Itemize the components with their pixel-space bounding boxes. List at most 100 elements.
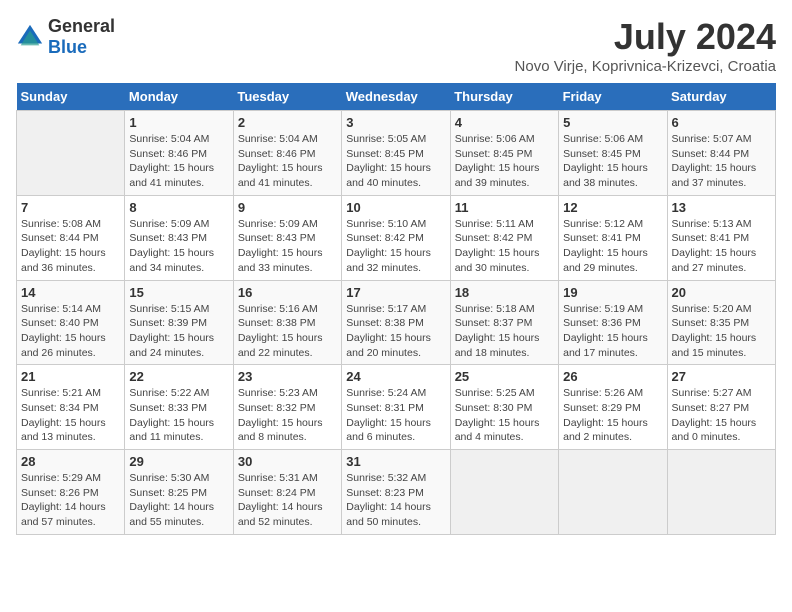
calendar-cell: 17 Sunrise: 5:17 AM Sunset: 8:38 PM Dayli… bbox=[342, 280, 450, 365]
day-info: Sunrise: 5:09 AM Sunset: 8:43 PM Dayligh… bbox=[238, 217, 337, 276]
day-number: 2 bbox=[238, 115, 337, 130]
day-number: 22 bbox=[129, 369, 228, 384]
header-friday: Friday bbox=[559, 83, 667, 111]
calendar-cell: 19Sunrise: 5:19 AM Sunset: 8:36 PM Dayli… bbox=[559, 280, 667, 365]
calendar-cell bbox=[667, 450, 775, 535]
day-info: Sunrise: 5:18 AM Sunset: 8:37 PM Dayligh… bbox=[455, 302, 554, 361]
location-title: Novo Virje, Koprivnica-Krizevci, Croatia bbox=[515, 58, 776, 75]
calendar-cell: 25Sunrise: 5:25 AM Sunset: 8:30 PM Dayli… bbox=[450, 365, 558, 450]
day-info: Sunrise: 5:10 AM Sunset: 8:42 PM Dayligh… bbox=[346, 217, 445, 276]
day-number: 26 bbox=[563, 369, 662, 384]
week-row-3: 21 Sunrise: 5:21 AM Sunset: 8:34 PM Dayli… bbox=[17, 365, 776, 450]
calendar-cell: 31 Sunrise: 5:32 AM Sunset: 8:23 PM Dayli… bbox=[342, 450, 450, 535]
calendar-cell: 1 Sunrise: 5:04 AM Sunset: 8:46 PM Daylig… bbox=[125, 111, 233, 196]
day-number: 18 bbox=[455, 285, 554, 300]
day-info: Sunrise: 5:23 AM Sunset: 8:32 PM Dayligh… bbox=[238, 386, 337, 445]
day-info: Sunrise: 5:27 AM Sunset: 8:27 PM Dayligh… bbox=[672, 386, 771, 445]
day-info: Sunrise: 5:30 AM Sunset: 8:25 PM Dayligh… bbox=[129, 471, 228, 530]
day-number: 21 bbox=[21, 369, 120, 384]
day-info: Sunrise: 5:32 AM Sunset: 8:23 PM Dayligh… bbox=[346, 471, 445, 530]
week-row-4: 28Sunrise: 5:29 AM Sunset: 8:26 PM Dayli… bbox=[17, 450, 776, 535]
calendar-cell: 14 Sunrise: 5:14 AM Sunset: 8:40 PM Dayli… bbox=[17, 280, 125, 365]
day-number: 12 bbox=[563, 200, 662, 215]
header-saturday: Saturday bbox=[667, 83, 775, 111]
month-title: July 2024 bbox=[515, 16, 776, 58]
day-number: 6 bbox=[672, 115, 771, 130]
day-number: 16 bbox=[238, 285, 337, 300]
week-row-2: 14 Sunrise: 5:14 AM Sunset: 8:40 PM Dayli… bbox=[17, 280, 776, 365]
day-number: 24 bbox=[346, 369, 445, 384]
day-info: Sunrise: 5:06 AM Sunset: 8:45 PM Dayligh… bbox=[563, 132, 662, 191]
day-info: Sunrise: 5:17 AM Sunset: 8:38 PM Dayligh… bbox=[346, 302, 445, 361]
page-header: General Blue July 2024 Novo Virje, Kopri… bbox=[16, 16, 776, 75]
calendar-cell: 22Sunrise: 5:22 AM Sunset: 8:33 PM Dayli… bbox=[125, 365, 233, 450]
calendar-cell: 20Sunrise: 5:20 AM Sunset: 8:35 PM Dayli… bbox=[667, 280, 775, 365]
week-row-1: 7 Sunrise: 5:08 AM Sunset: 8:44 PM Daylig… bbox=[17, 195, 776, 280]
day-info: Sunrise: 5:15 AM Sunset: 8:39 PM Dayligh… bbox=[129, 302, 228, 361]
calendar-header-row: SundayMondayTuesdayWednesdayThursdayFrid… bbox=[17, 83, 776, 111]
calendar-cell: 4 Sunrise: 5:06 AM Sunset: 8:45 PM Daylig… bbox=[450, 111, 558, 196]
day-info: Sunrise: 5:06 AM Sunset: 8:45 PM Dayligh… bbox=[455, 132, 554, 191]
calendar-cell: 24 Sunrise: 5:24 AM Sunset: 8:31 PM Dayli… bbox=[342, 365, 450, 450]
calendar-cell: 8 Sunrise: 5:09 AM Sunset: 8:43 PM Daylig… bbox=[125, 195, 233, 280]
day-number: 23 bbox=[238, 369, 337, 384]
day-number: 31 bbox=[346, 454, 445, 469]
day-number: 11 bbox=[455, 200, 554, 215]
calendar-cell: 11Sunrise: 5:11 AM Sunset: 8:42 PM Dayli… bbox=[450, 195, 558, 280]
logo-icon bbox=[16, 23, 44, 51]
calendar-cell: 26 Sunrise: 5:26 AM Sunset: 8:29 PM Dayli… bbox=[559, 365, 667, 450]
calendar-table: SundayMondayTuesdayWednesdayThursdayFrid… bbox=[16, 83, 776, 535]
day-info: Sunrise: 5:04 AM Sunset: 8:46 PM Dayligh… bbox=[129, 132, 228, 191]
logo: General Blue bbox=[16, 16, 115, 58]
calendar-cell bbox=[559, 450, 667, 535]
day-info: Sunrise: 5:12 AM Sunset: 8:41 PM Dayligh… bbox=[563, 217, 662, 276]
day-number: 27 bbox=[672, 369, 771, 384]
calendar-cell: 9 Sunrise: 5:09 AM Sunset: 8:43 PM Daylig… bbox=[233, 195, 341, 280]
day-number: 5 bbox=[563, 115, 662, 130]
calendar-cell: 2Sunrise: 5:04 AM Sunset: 8:46 PM Daylig… bbox=[233, 111, 341, 196]
title-section: July 2024 Novo Virje, Koprivnica-Krizevc… bbox=[515, 16, 776, 75]
calendar-cell: 30Sunrise: 5:31 AM Sunset: 8:24 PM Dayli… bbox=[233, 450, 341, 535]
day-info: Sunrise: 5:26 AM Sunset: 8:29 PM Dayligh… bbox=[563, 386, 662, 445]
calendar-cell: 23 Sunrise: 5:23 AM Sunset: 8:32 PM Dayli… bbox=[233, 365, 341, 450]
day-number: 13 bbox=[672, 200, 771, 215]
day-number: 10 bbox=[346, 200, 445, 215]
day-number: 29 bbox=[129, 454, 228, 469]
header-wednesday: Wednesday bbox=[342, 83, 450, 111]
day-number: 3 bbox=[346, 115, 445, 130]
day-info: Sunrise: 5:21 AM Sunset: 8:34 PM Dayligh… bbox=[21, 386, 120, 445]
calendar-cell: 15Sunrise: 5:15 AM Sunset: 8:39 PM Dayli… bbox=[125, 280, 233, 365]
calendar-cell: 3Sunrise: 5:05 AM Sunset: 8:45 PM Daylig… bbox=[342, 111, 450, 196]
day-number: 4 bbox=[455, 115, 554, 130]
day-info: Sunrise: 5:09 AM Sunset: 8:43 PM Dayligh… bbox=[129, 217, 228, 276]
calendar-cell: 27 Sunrise: 5:27 AM Sunset: 8:27 PM Dayli… bbox=[667, 365, 775, 450]
logo-general: General bbox=[48, 16, 115, 36]
calendar-cell: 28Sunrise: 5:29 AM Sunset: 8:26 PM Dayli… bbox=[17, 450, 125, 535]
day-info: Sunrise: 5:29 AM Sunset: 8:26 PM Dayligh… bbox=[21, 471, 120, 530]
day-number: 9 bbox=[238, 200, 337, 215]
day-info: Sunrise: 5:13 AM Sunset: 8:41 PM Dayligh… bbox=[672, 217, 771, 276]
day-info: Sunrise: 5:31 AM Sunset: 8:24 PM Dayligh… bbox=[238, 471, 337, 530]
calendar-cell: 18 Sunrise: 5:18 AM Sunset: 8:37 PM Dayli… bbox=[450, 280, 558, 365]
day-info: Sunrise: 5:20 AM Sunset: 8:35 PM Dayligh… bbox=[672, 302, 771, 361]
calendar-cell: 5 Sunrise: 5:06 AM Sunset: 8:45 PM Daylig… bbox=[559, 111, 667, 196]
calendar-cell: 29 Sunrise: 5:30 AM Sunset: 8:25 PM Dayli… bbox=[125, 450, 233, 535]
calendar-cell: 16Sunrise: 5:16 AM Sunset: 8:38 PM Dayli… bbox=[233, 280, 341, 365]
header-thursday: Thursday bbox=[450, 83, 558, 111]
calendar-cell: 13 Sunrise: 5:13 AM Sunset: 8:41 PM Dayli… bbox=[667, 195, 775, 280]
calendar-cell bbox=[450, 450, 558, 535]
day-info: Sunrise: 5:24 AM Sunset: 8:31 PM Dayligh… bbox=[346, 386, 445, 445]
day-number: 1 bbox=[129, 115, 228, 130]
day-number: 17 bbox=[346, 285, 445, 300]
header-sunday: Sunday bbox=[17, 83, 125, 111]
day-info: Sunrise: 5:14 AM Sunset: 8:40 PM Dayligh… bbox=[21, 302, 120, 361]
day-number: 14 bbox=[21, 285, 120, 300]
day-number: 7 bbox=[21, 200, 120, 215]
header-tuesday: Tuesday bbox=[233, 83, 341, 111]
day-info: Sunrise: 5:25 AM Sunset: 8:30 PM Dayligh… bbox=[455, 386, 554, 445]
day-number: 8 bbox=[129, 200, 228, 215]
day-info: Sunrise: 5:08 AM Sunset: 8:44 PM Dayligh… bbox=[21, 217, 120, 276]
day-info: Sunrise: 5:19 AM Sunset: 8:36 PM Dayligh… bbox=[563, 302, 662, 361]
calendar-cell: 21 Sunrise: 5:21 AM Sunset: 8:34 PM Dayli… bbox=[17, 365, 125, 450]
logo-blue: Blue bbox=[48, 37, 87, 57]
